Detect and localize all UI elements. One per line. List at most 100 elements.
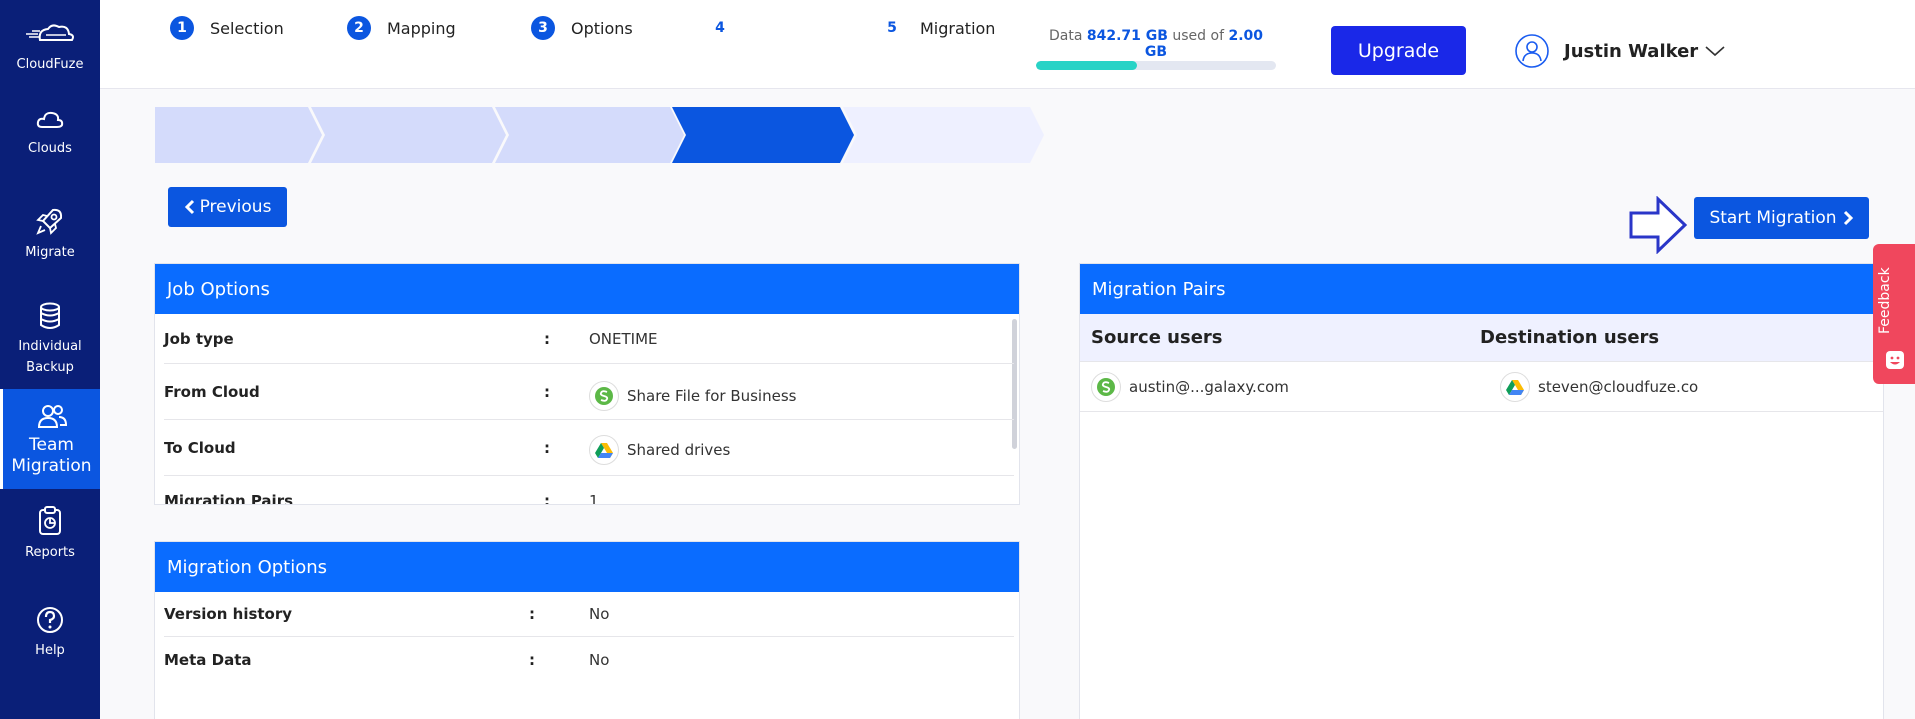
colon-separator: : (529, 605, 535, 623)
source-user-cell: austin@...galaxy.com (1080, 371, 1500, 402)
smile-chat-icon (1886, 351, 1904, 369)
step-shape-migration (843, 107, 1044, 163)
migration-options-title: Migration Options (155, 542, 1019, 592)
source-users-header: Source users (1091, 327, 1223, 348)
sidebar-item-team-migration[interactable]: Team Migration (0, 389, 100, 489)
sidebar-item-label: Help (35, 643, 65, 658)
feedback-label: Feedback (1877, 267, 1893, 334)
sharefile-icon (1091, 371, 1121, 402)
google-drive-icon (1500, 371, 1530, 402)
migration-option-key: Version history (164, 605, 293, 623)
step-options[interactable]: 3 Options (521, 0, 633, 56)
upgrade-button[interactable]: Upgrade (1331, 26, 1466, 75)
step-mapping[interactable]: 2 Mapping (337, 0, 456, 56)
sidebar-item-label: Clouds (28, 141, 72, 156)
usage-progress-fill (1036, 61, 1137, 70)
chevron-right-icon (1843, 210, 1853, 226)
destination-users-header: Destination users (1480, 327, 1660, 348)
sidebar-item-individual-backup[interactable]: Individual Backup (0, 302, 100, 378)
job-option-key: From Cloud (164, 382, 260, 401)
cloud-icon (36, 111, 64, 128)
migration-pairs-header-row: Source users Destination users (1080, 314, 1883, 362)
colon-separator: : (544, 492, 550, 505)
step-number: 3 (531, 16, 555, 40)
step-label: Options (571, 18, 633, 38)
job-option-value-wrap: Shared drives (589, 434, 731, 465)
migration-option-key: Meta Data (164, 650, 252, 669)
to-cloud-name: Shared drives (627, 440, 731, 459)
job-option-value: 1 (589, 492, 599, 505)
job-option-row-job-type: Job type : ONETIME (164, 314, 1014, 364)
sidebar-item-label: Team Migration (11, 435, 92, 476)
previous-button-label: Previous (199, 197, 272, 217)
step-number: 5 (880, 16, 904, 40)
brand-name: CloudFuze (16, 57, 84, 72)
clipboard-icon (39, 506, 61, 535)
cloudfuze-logo-icon (26, 24, 74, 41)
step-number: 2 (347, 16, 371, 40)
migration-option-row-version-history: Version history : No (164, 592, 1014, 637)
user-avatar-icon (1515, 34, 1549, 68)
team-icon (37, 405, 67, 428)
sidebar-item-label: Individual Backup (18, 339, 82, 375)
source-user-email: austin@...galaxy.com (1129, 377, 1289, 396)
migration-pairs-panel: Migration Pairs Source users Destination… (1079, 263, 1884, 719)
sidebar-item-label: Reports (25, 545, 75, 560)
destination-user-email: steven@cloudfuze.co (1538, 377, 1699, 396)
user-menu[interactable]: Justin Walker (1514, 33, 1726, 69)
job-option-key: Job type (164, 329, 234, 348)
previous-button[interactable]: Previous (168, 187, 287, 227)
job-option-key: Migration Pairs (164, 492, 294, 505)
step-number: 1 (170, 16, 194, 40)
sidebar-item-reports[interactable]: Reports (0, 506, 100, 563)
step-shape-selection (155, 107, 322, 163)
job-option-row-from-cloud: From Cloud : Share File for Business (164, 364, 1014, 420)
job-option-row-to-cloud: To Cloud : Shared drives (164, 420, 1014, 476)
destination-user-cell: steven@cloudfuze.co (1500, 371, 1699, 402)
data-usage-mid: used of (1172, 28, 1225, 44)
sidebar-item-help[interactable]: Help (0, 606, 100, 661)
sidebar-item-label: Migrate (25, 245, 75, 260)
chevron-left-icon (184, 199, 194, 215)
migration-option-value: No (589, 605, 610, 623)
database-icon (40, 302, 60, 329)
rocket-icon (36, 208, 63, 235)
step-number: 4 (708, 16, 732, 40)
step-selection[interactable]: 1 Selection (160, 0, 284, 56)
brand-logo[interactable]: CloudFuze (0, 22, 100, 75)
step-label: Mapping (387, 18, 456, 38)
help-icon (37, 607, 63, 633)
step-migration[interactable]: 5 Migration (870, 0, 995, 56)
step-label: Migration (920, 18, 996, 38)
job-options-title: Job Options (155, 264, 1019, 314)
feedback-tab[interactable]: Feedback (1873, 244, 1915, 384)
from-cloud-name: Share File for Business (627, 386, 797, 405)
job-option-value-wrap: Share File for Business (589, 380, 797, 411)
step-preview[interactable]: 4 Preview (698, 0, 820, 56)
step-shape-preview (672, 107, 854, 163)
colon-separator: : (544, 382, 550, 401)
colon-separator: : (544, 329, 550, 348)
step-shape-options (495, 107, 684, 163)
colon-separator: : (529, 650, 535, 669)
data-usage-text: Data 842.71 GB used of 2.00 GB (1036, 28, 1276, 60)
start-migration-button[interactable]: Start Migration (1694, 197, 1869, 239)
data-usage-prefix: Data (1048, 28, 1083, 44)
arrow-right-icon (1629, 196, 1688, 254)
migration-option-value: No (589, 650, 610, 669)
google-drive-icon (589, 434, 619, 465)
job-option-key: To Cloud (164, 438, 236, 457)
sidebar-item-migrate[interactable]: Migrate (0, 206, 100, 263)
user-name: Justin Walker (1564, 40, 1699, 62)
sidebar-item-clouds[interactable]: Clouds (0, 108, 100, 159)
job-option-row-migration-pairs: Migration Pairs : 1 (164, 476, 1014, 505)
job-options-panel: Job Options Job type : ONETIME From Clou… (154, 263, 1020, 505)
step-shape-mapping (311, 107, 506, 163)
migration-pair-row[interactable]: austin@...galaxy.com steven@cloudfuze.co (1080, 362, 1883, 412)
data-used-value: 842.71 GB (1086, 28, 1168, 44)
step-label: Selection (210, 18, 284, 38)
sharefile-icon (589, 380, 619, 411)
migration-pairs-title: Migration Pairs (1080, 264, 1883, 314)
step-label: Preview (748, 18, 821, 38)
chevron-down-icon (1705, 46, 1725, 57)
